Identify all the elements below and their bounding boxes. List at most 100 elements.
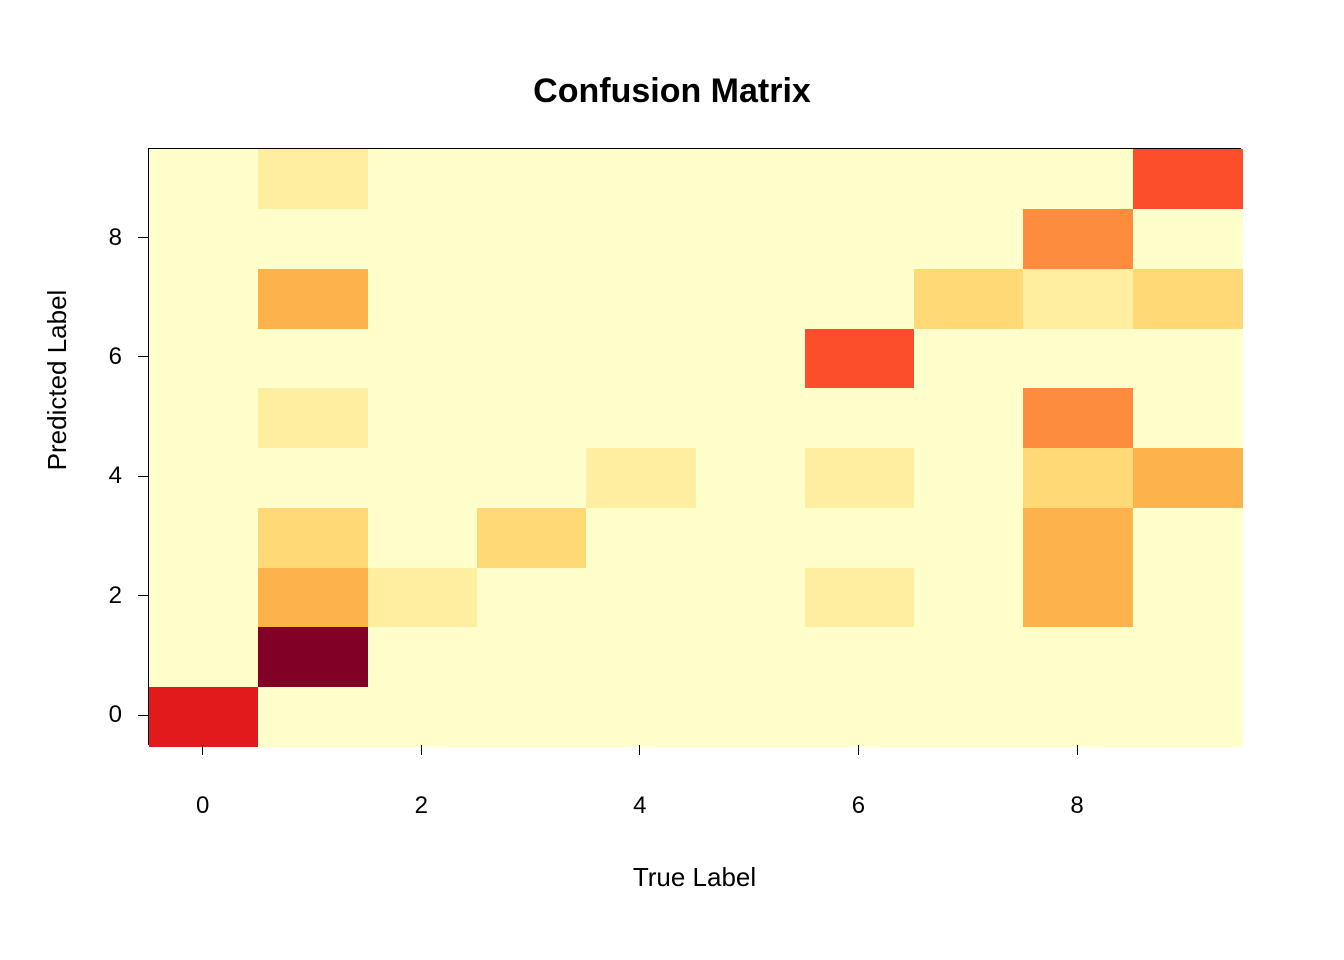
heatmap-cell [149,388,259,448]
heatmap-cell [258,448,368,508]
heatmap-cell [805,328,915,388]
heatmap-cell [149,149,259,209]
heatmap-cell [477,328,587,388]
heatmap-cell [1133,507,1243,567]
heatmap-cell [477,209,587,269]
chart-title: Confusion Matrix [0,72,1344,111]
heatmap-cell [586,507,696,567]
y-tick-label: 8 [92,224,122,252]
heatmap-cell [586,149,696,209]
heatmap-cell [586,567,696,627]
y-axis-label: Predicted Label [42,80,73,680]
heatmap-cell [1133,328,1243,388]
heatmap-cell [696,567,806,627]
heatmap-cell [805,149,915,209]
heatmap-cell [477,448,587,508]
heatmap-cell [1133,388,1243,448]
x-tick-mark [421,745,422,755]
heatmap-cell [914,448,1024,508]
heatmap-cell [914,507,1024,567]
heatmap-cell [586,448,696,508]
y-tick-mark [138,237,148,238]
heatmap-cell [1023,507,1133,567]
heatmap-cell [805,627,915,687]
heatmap-cell [477,388,587,448]
heatmap-cell [149,448,259,508]
heatmap-cell [696,507,806,567]
heatmap-cell [149,268,259,328]
heatmap-cell [1023,448,1133,508]
plot-area [148,148,1241,745]
x-tick-mark [639,745,640,755]
x-tick-label: 2 [415,792,428,820]
heatmap-cell [368,388,478,448]
heatmap-cell [368,507,478,567]
heatmap-cell [149,686,259,746]
heatmap-cell [368,567,478,627]
heatmap-cell [1023,209,1133,269]
heatmap-cell [1023,328,1133,388]
heatmap-cell [368,448,478,508]
heatmap-cell [368,328,478,388]
heatmap-cell [1023,627,1133,687]
y-tick-label: 2 [92,582,122,610]
heatmap-cell [696,328,806,388]
y-tick-mark [138,715,148,716]
heatmap-cell [586,268,696,328]
heatmap-cell [696,627,806,687]
heatmap-cell [586,686,696,746]
heatmap-cell [1023,388,1133,448]
heatmap-cell [914,388,1024,448]
heatmap-cell [586,627,696,687]
heatmap-cell [586,328,696,388]
x-axis-label: True Label [148,862,1241,893]
heatmap-cell [258,627,368,687]
y-tick-mark [138,356,148,357]
heatmap-cell [805,268,915,328]
heatmap-cell [696,149,806,209]
heatmap-cell [477,507,587,567]
heatmap-cell [1133,268,1243,328]
heatmap-cell [477,686,587,746]
heatmap-cell [1133,149,1243,209]
x-tick-mark [1077,745,1078,755]
heatmap-cell [477,627,587,687]
heatmap-cell [477,268,587,328]
x-tick-label: 6 [852,792,865,820]
heatmap-cell [805,448,915,508]
y-tick-label: 0 [92,701,122,729]
heatmap-cell [914,149,1024,209]
heatmap-cell [258,686,368,746]
heatmap-cell [696,448,806,508]
heatmap-cell [805,209,915,269]
heatmap-cell [1133,627,1243,687]
heatmap-cell [149,567,259,627]
heatmap-cell [586,388,696,448]
x-tick-label: 4 [633,792,646,820]
heatmap-cell [149,209,259,269]
heatmap-cell [805,507,915,567]
heatmap-cell [258,268,368,328]
heatmap-cell [914,268,1024,328]
heatmap-cell [696,209,806,269]
heatmap-cell [1133,567,1243,627]
heatmap-cell [258,388,368,448]
heatmap-cell [1133,686,1243,746]
heatmap-cell [477,567,587,627]
heatmap-cell [258,567,368,627]
heatmap-cell [477,149,587,209]
heatmap-cell [368,627,478,687]
heatmap-cell [1133,448,1243,508]
heatmap-cell [586,209,696,269]
heatmap-cell [149,627,259,687]
heatmap-cell [368,268,478,328]
heatmap-cell [696,268,806,328]
heatmap-cell [914,567,1024,627]
heatmap-cell [914,328,1024,388]
heatmap-cell [914,627,1024,687]
heatmap-cell [1133,209,1243,269]
heatmap-cell [368,149,478,209]
heatmap-cell [368,209,478,269]
y-tick-mark [138,595,148,596]
heatmap-cell [258,209,368,269]
